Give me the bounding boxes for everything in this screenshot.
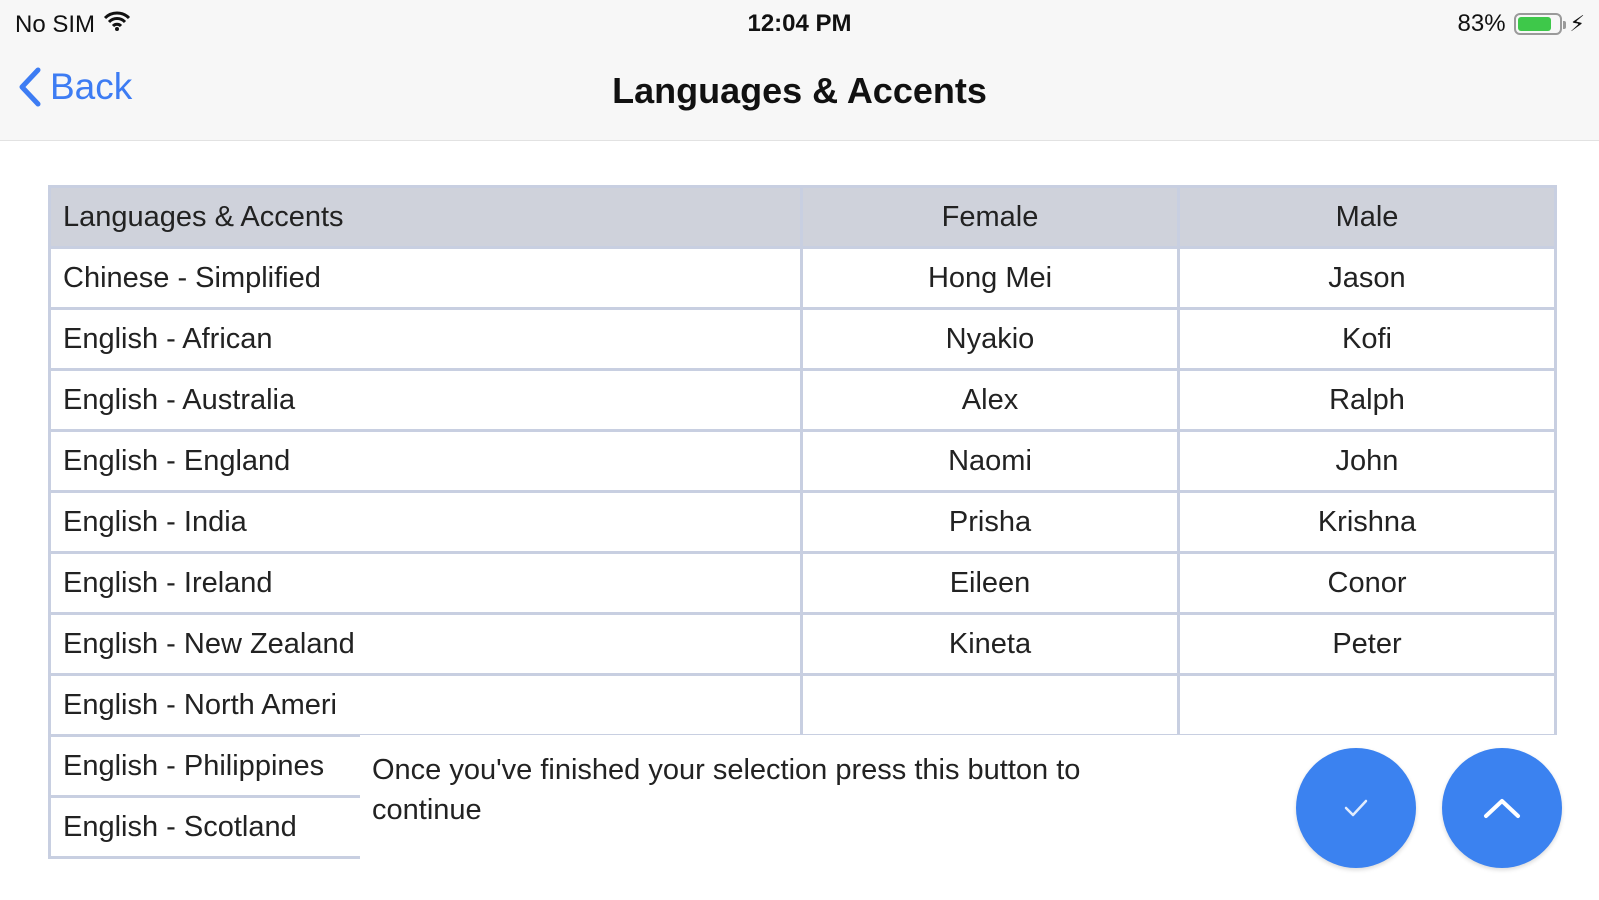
battery-percent: 83% <box>1457 10 1506 37</box>
table-row[interactable]: English - African Nyakio Kofi <box>48 307 1557 371</box>
female-voice-cell[interactable]: Nyakio <box>800 307 1180 371</box>
battery-icon <box>1513 13 1566 35</box>
battery-status: 83% ⚡ <box>1458 10 1586 38</box>
chevron-up-icon <box>1484 799 1520 818</box>
page-title: Languages & Accents <box>612 70 987 111</box>
table-row[interactable]: English - England Naomi John <box>48 429 1557 493</box>
female-voice-cell[interactable]: Alex <box>800 368 1180 432</box>
female-voice-cell[interactable] <box>800 673 1180 737</box>
male-voice-cell[interactable]: John <box>1177 429 1557 493</box>
table-row[interactable]: Chinese - Simplified Hong Mei Jason <box>48 246 1557 310</box>
male-voice-cell[interactable]: Kofi <box>1177 307 1557 371</box>
header-female: Female <box>800 185 1180 249</box>
female-voice-cell[interactable]: Hong Mei <box>800 246 1180 310</box>
language-cell: English - Australia <box>48 368 803 432</box>
female-voice-cell[interactable]: Naomi <box>800 429 1180 493</box>
hint-text: Once you've finished your selection pres… <box>372 754 1081 826</box>
clock: 12:04 PM <box>747 10 852 37</box>
confirm-button[interactable] <box>1296 748 1416 868</box>
checkmark-icon <box>1344 799 1368 817</box>
language-cell: English - India <box>48 490 803 554</box>
table-row[interactable]: English - Ireland Eileen Conor <box>48 551 1557 615</box>
status-bar: No SIM 12:04 PM 83% ⚡ <box>0 0 1599 50</box>
female-voice-cell[interactable]: Kineta <box>800 612 1180 676</box>
male-voice-cell[interactable]: Jason <box>1177 246 1557 310</box>
male-voice-cell[interactable]: Conor <box>1177 551 1557 615</box>
table-row[interactable]: English - North Ameri <box>48 673 1557 737</box>
language-cell: Chinese - Simplified <box>48 246 803 310</box>
male-voice-cell[interactable]: Ralph <box>1177 368 1557 432</box>
language-cell: English - Ireland <box>48 551 803 615</box>
table-header-row: Languages & Accents Female Male <box>48 185 1557 249</box>
charging-bolt-icon: ⚡ <box>1569 11 1585 36</box>
female-voice-cell[interactable]: Prisha <box>800 490 1180 554</box>
language-cell: English - African <box>48 307 803 371</box>
male-voice-cell[interactable]: Krishna <box>1177 490 1557 554</box>
female-voice-cell[interactable]: Eileen <box>800 551 1180 615</box>
scroll-up-button[interactable] <box>1442 748 1562 868</box>
language-cell: English - England <box>48 429 803 493</box>
male-voice-cell[interactable] <box>1177 673 1557 737</box>
header-language: Languages & Accents <box>48 185 803 249</box>
language-cell: English - New Zealand <box>48 612 803 676</box>
navigation-bar: Back Languages & Accents <box>0 50 1599 141</box>
table-row[interactable]: English - New Zealand Kineta Peter <box>48 612 1557 676</box>
male-voice-cell[interactable]: Peter <box>1177 612 1557 676</box>
language-cell: English - North Ameri <box>48 673 803 737</box>
table-row[interactable]: English - Australia Alex Ralph <box>48 368 1557 432</box>
table-row[interactable]: English - India Prisha Krishna <box>48 490 1557 554</box>
header-male: Male <box>1177 185 1557 249</box>
